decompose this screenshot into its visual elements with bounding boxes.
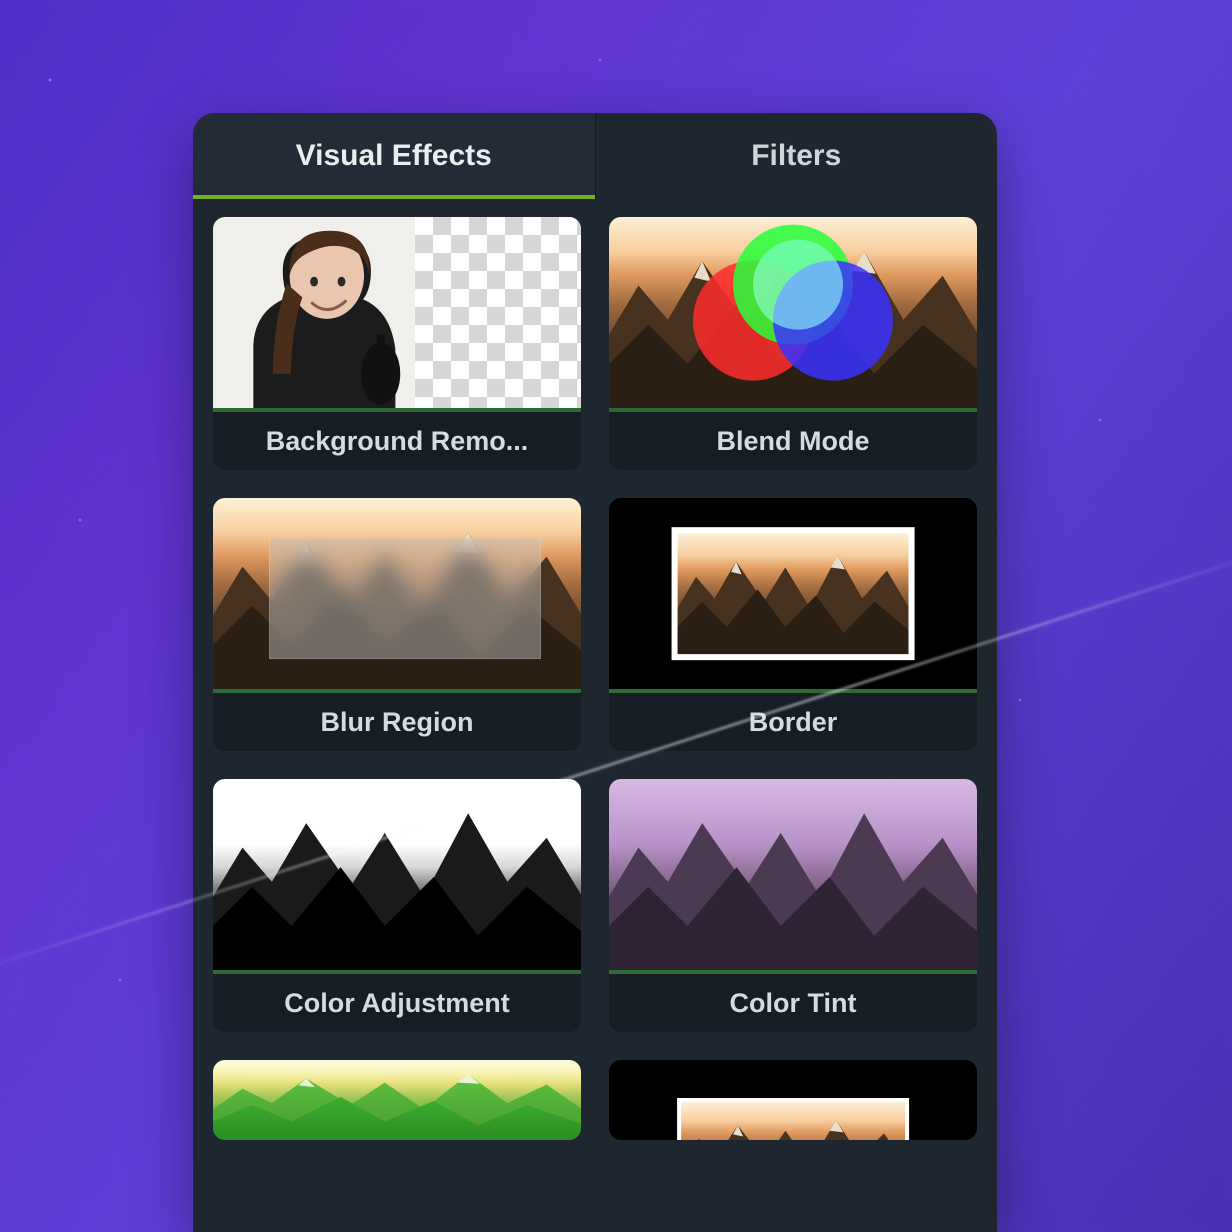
tab-visual-effects[interactable]: Visual Effects — [193, 113, 595, 199]
effect-label: Color Tint — [609, 974, 977, 1032]
effect-card-blur-region[interactable]: Blur Region — [213, 498, 581, 751]
effects-grid: Background Remo... Blend Mode Blur Regio… — [193, 199, 997, 1140]
effect-label: Blur Region — [213, 693, 581, 751]
effect-card-color-tint[interactable]: Color Tint — [609, 779, 977, 1032]
effect-thumb-blur-region — [213, 498, 581, 693]
frame-icon — [677, 1098, 909, 1140]
effect-card-partial-left[interactable] — [213, 1060, 581, 1140]
effect-thumb-partial-left — [213, 1060, 581, 1140]
frame-icon — [672, 527, 915, 661]
effect-thumb-background-removal — [213, 217, 581, 412]
blur-rectangle-icon — [269, 538, 541, 659]
effect-label: Background Remo... — [213, 412, 581, 470]
effect-thumb-color-adjustment — [213, 779, 581, 974]
effect-card-background-removal[interactable]: Background Remo... — [213, 217, 581, 470]
effect-card-border[interactable]: Border — [609, 498, 977, 751]
effect-thumb-color-tint — [609, 779, 977, 974]
effect-label: Border — [609, 693, 977, 751]
effect-card-blend-mode[interactable]: Blend Mode — [609, 217, 977, 470]
effect-label: Color Adjustment — [213, 974, 581, 1032]
effect-thumb-border — [609, 498, 977, 693]
person-icon — [225, 217, 438, 408]
venn-icon — [693, 224, 893, 394]
effect-card-partial-right[interactable] — [609, 1060, 977, 1140]
effect-label: Blend Mode — [609, 412, 977, 470]
transparency-checker-icon — [415, 217, 581, 408]
effects-panel: Visual Effects Filters Backgroun — [193, 113, 997, 1232]
tab-filters[interactable]: Filters — [595, 113, 998, 199]
effect-card-color-adjustment[interactable]: Color Adjustment — [213, 779, 581, 1032]
effect-thumb-blend-mode — [609, 217, 977, 412]
tab-bar: Visual Effects Filters — [193, 113, 997, 199]
effect-thumb-partial-right — [609, 1060, 977, 1140]
